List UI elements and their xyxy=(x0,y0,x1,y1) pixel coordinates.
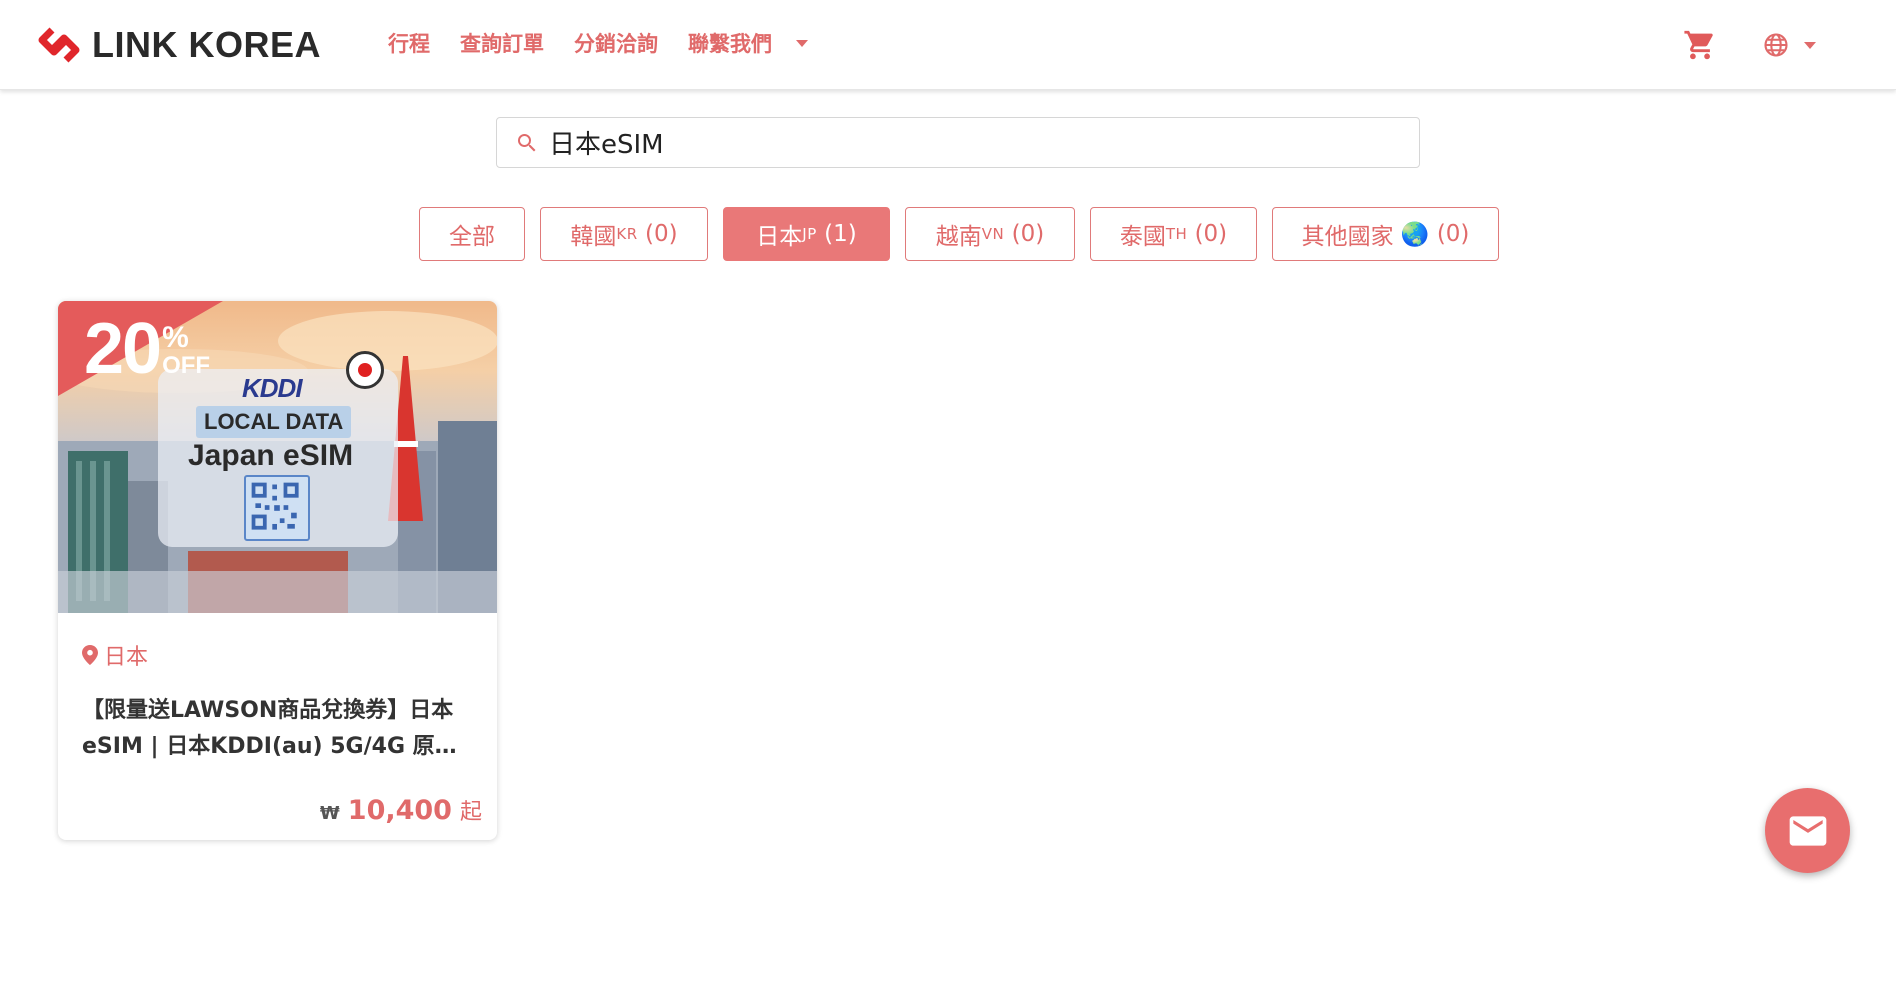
location-label: 日本 xyxy=(104,645,149,670)
caret-down-icon xyxy=(1804,41,1816,49)
filter-country-code: TH xyxy=(1165,225,1188,243)
filter-country-code: KR xyxy=(616,225,638,243)
price-suffix: 起 xyxy=(459,800,482,825)
product-image: KDDI LOCAL DATA Japan eSIM 20 % OFF xyxy=(58,301,497,613)
carrier-logo: KDDI xyxy=(242,373,303,403)
image-headline: Japan eSIM xyxy=(188,439,354,472)
discount-off: OFF xyxy=(162,352,211,379)
top-header: LINK KOREA 行程 查詢訂單 分銷洽詢 聯繫我們 xyxy=(0,0,1896,90)
filter-thailand[interactable]: 泰國 TH (0) xyxy=(1090,207,1257,261)
contact-mail-button[interactable] xyxy=(1765,788,1850,873)
price-amount: 10,400 xyxy=(347,795,452,826)
filter-japan[interactable]: 日本 JP (1) xyxy=(723,207,890,261)
filter-label: 泰國 xyxy=(1119,224,1166,250)
link-korea-diamond-logo-icon xyxy=(38,27,80,63)
product-card-body: 日本 【限量送LAWSON商品兌換券】日本eSIM | 日本KDDI(au) 5… xyxy=(58,613,497,765)
discount-label: 20 % OFF xyxy=(84,313,210,385)
product-price: ₩ 10,400 起 xyxy=(320,794,482,826)
qr-code-icon xyxy=(244,475,310,541)
filter-label: 韓國 xyxy=(570,224,617,250)
caret-down-icon[interactable] xyxy=(796,39,808,47)
filter-count: (0) xyxy=(1194,221,1228,247)
filter-count: (0) xyxy=(1436,221,1470,247)
filter-label: 日本 xyxy=(756,224,803,250)
map-pin-icon xyxy=(82,645,98,665)
language-selector[interactable] xyxy=(1762,31,1816,59)
nav-item-itinerary[interactable]: 行程 xyxy=(388,28,430,58)
record-badge-icon xyxy=(346,351,384,389)
filter-count: (0) xyxy=(644,221,678,247)
brand-logo[interactable]: LINK KOREA xyxy=(36,22,321,68)
filter-label: 全部 xyxy=(449,224,495,250)
main-nav: 行程 查詢訂單 分銷洽詢 聯繫我們 xyxy=(388,28,808,58)
filter-korea[interactable]: 韓國 KR (0) xyxy=(540,207,708,261)
brand-name: LINK KOREA xyxy=(92,24,321,65)
currency-symbol: ₩ xyxy=(319,803,340,824)
search-icon xyxy=(518,133,536,151)
country-filter-tabs: 全部 韓國 KR (0) 日本 JP (1) 越南 VN (0) 泰國 TH (0) 其… xyxy=(419,207,1499,261)
nav-item-contact[interactable]: 聯繫我們 xyxy=(688,28,772,58)
product-location: 日本 xyxy=(82,639,473,671)
filter-all[interactable]: 全部 xyxy=(419,207,525,261)
mail-icon xyxy=(1789,815,1826,846)
filter-label: 其他國家 xyxy=(1301,224,1394,250)
filter-count: (1) xyxy=(824,221,857,247)
globe-emoji-icon: 🌏 xyxy=(1400,221,1430,248)
search-input[interactable] xyxy=(549,127,1409,158)
cart-icon[interactable] xyxy=(1683,28,1717,62)
globe-icon xyxy=(1764,33,1788,57)
product-title[interactable]: 【限量送LAWSON商品兌換券】日本eSIM | 日本KDDI(au) 5G/4… xyxy=(82,693,473,765)
filter-count: (0) xyxy=(1011,221,1045,247)
filter-label: 越南 xyxy=(935,224,982,250)
nav-item-order-lookup[interactable]: 查詢訂單 xyxy=(460,28,544,58)
filter-country-code: VN xyxy=(981,225,1005,243)
search-bar xyxy=(496,117,1420,168)
product-card[interactable]: KDDI LOCAL DATA Japan eSIM 20 % OFF 日本 【… xyxy=(58,301,497,840)
discount-percent: % xyxy=(162,321,189,354)
nav-item-distribution[interactable]: 分銷洽詢 xyxy=(574,28,658,58)
filter-other-countries[interactable]: 其他國家 🌏 (0) xyxy=(1272,207,1499,261)
local-data-badge: LOCAL DATA xyxy=(196,406,352,438)
filter-vietnam[interactable]: 越南 VN (0) xyxy=(905,207,1075,261)
discount-number: 20 xyxy=(84,309,162,389)
filter-country-code: JP xyxy=(802,225,817,243)
